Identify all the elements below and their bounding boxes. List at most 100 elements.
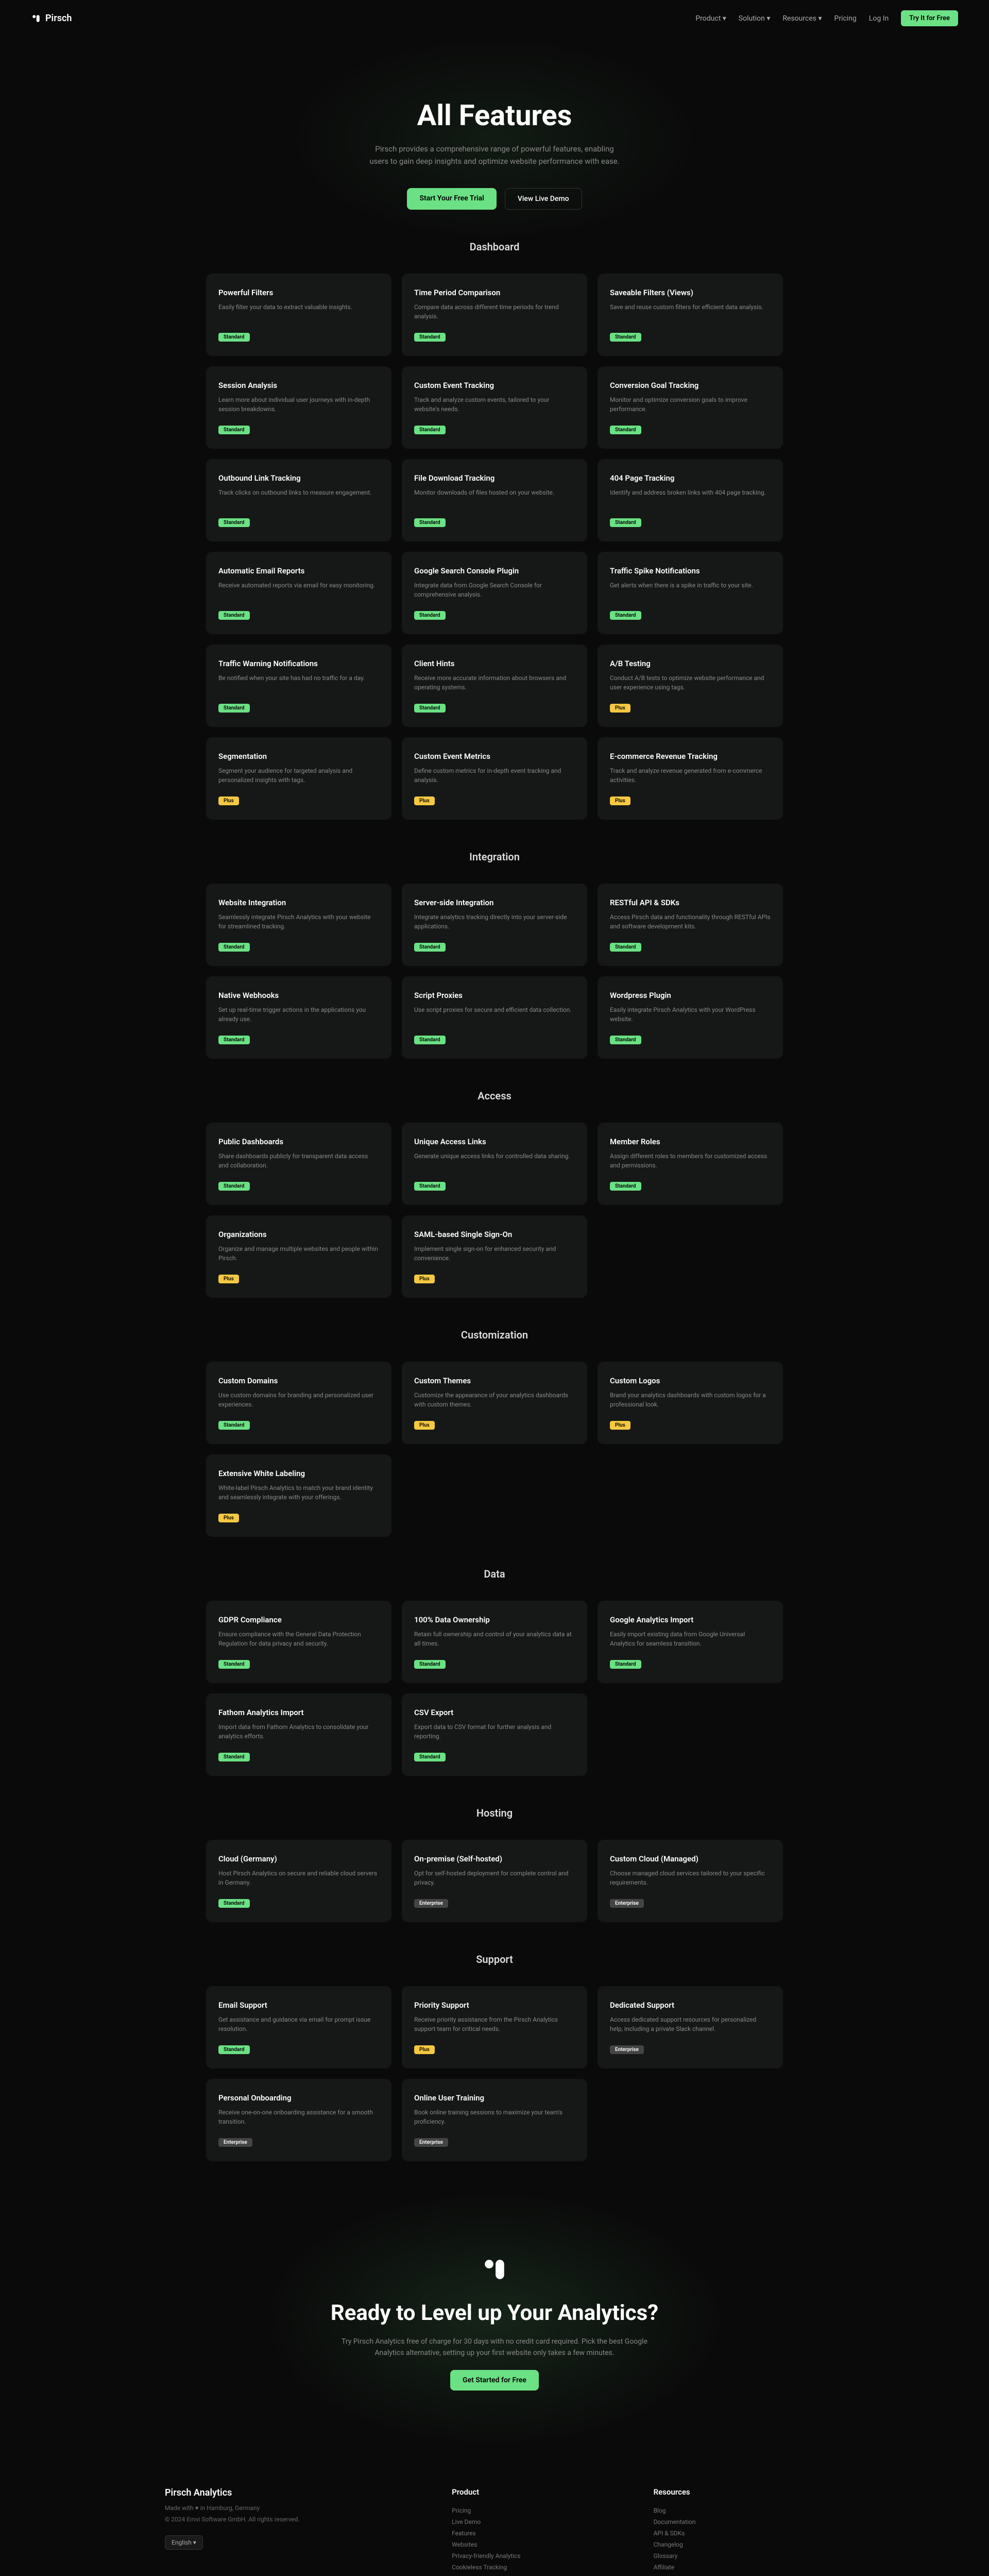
feature-card[interactable]: SegmentationSegment your audience for ta… — [206, 737, 391, 820]
feature-card[interactable]: SAML-based Single Sign-OnImplement singl… — [402, 1215, 587, 1298]
footer-link[interactable]: UTM Generator — [654, 2573, 824, 2576]
feature-card[interactable]: Unique Access LinksGenerate unique acces… — [402, 1123, 587, 1205]
feature-card[interactable]: Wordpress PluginEasily integrate Pirsch … — [598, 976, 783, 1059]
card-title: Unique Access Links — [414, 1137, 575, 1146]
logo[interactable]: Pirsch — [31, 13, 72, 24]
feature-card[interactable]: CSV ExportExport data to CSV format for … — [402, 1693, 587, 1776]
feature-card[interactable]: Custom DomainsUse custom domains for bra… — [206, 1362, 391, 1444]
feature-card[interactable]: Client HintsReceive more accurate inform… — [402, 645, 587, 727]
footer-link[interactable]: Google Analytics Alternative — [452, 2573, 622, 2576]
tier-badge: Standard — [218, 2045, 250, 2054]
tier-badge: Standard — [218, 943, 250, 952]
feature-card[interactable]: Cloud (Germany)Host Pirsch Analytics on … — [206, 1840, 391, 1922]
start-trial-button[interactable]: Start Your Free Trial — [407, 188, 496, 210]
feature-card[interactable]: GDPR Compliance Ensure compliance with th… — [206, 1601, 391, 1683]
feature-card[interactable]: Powerful FiltersEasily filter your data … — [206, 274, 391, 356]
card-desc: Ensure compliance with the General Data … — [218, 1630, 379, 1652]
feature-card[interactable]: Extensive White LabelingWhite-label Pirs… — [206, 1454, 391, 1537]
feature-card[interactable]: Conversion Goal TrackingMonitor and opti… — [598, 366, 783, 449]
card-desc: Save and reuse custom filters for effici… — [610, 302, 771, 325]
nav-login[interactable]: Log In — [869, 14, 889, 23]
footer-link[interactable]: Glossary — [654, 2550, 824, 2562]
feature-card[interactable]: Google Search Console PluginIntegrate da… — [402, 552, 587, 634]
header: Pirsch Product ▾ Solution ▾ Resources ▾ … — [0, 0, 989, 37]
footer-link[interactable]: Changelog — [654, 2539, 824, 2550]
footer-link[interactable]: API & SDKs — [654, 2528, 824, 2539]
footer-link[interactable]: Privacy-friendly Analytics — [452, 2550, 622, 2562]
feature-card[interactable]: Native WebhooksSet up real-time trigger … — [206, 976, 391, 1059]
footer-link[interactable]: Blog — [654, 2505, 824, 2516]
feature-card[interactable]: Member RolesAssign different roles to me… — [598, 1123, 783, 1205]
tier-badge: Enterprise — [610, 2045, 644, 2054]
live-demo-button[interactable]: View Live Demo — [505, 188, 582, 210]
feature-card[interactable]: RESTful API & SDKsAccess Pirsch data and… — [598, 884, 783, 966]
feature-card[interactable]: Outbound Link TrackingTrack clicks on ou… — [206, 459, 391, 541]
footer-link[interactable]: Affiliate — [654, 2562, 824, 2573]
nav-resources[interactable]: Resources ▾ — [782, 14, 822, 23]
nav-product[interactable]: Product ▾ — [695, 14, 726, 23]
feature-card[interactable]: Time Period ComparisonCompare data acros… — [402, 274, 587, 356]
footer-link[interactable]: Cookieless Tracking — [452, 2562, 622, 2573]
feature-card[interactable]: Email SupportGet assistance and guidance… — [206, 1986, 391, 2069]
footer-link[interactable]: Live Demo — [452, 2516, 622, 2528]
tier-badge: Standard — [610, 518, 641, 527]
footer-brand: Pirsch Analytics Made with ♥ in Hamburg,… — [165, 2487, 421, 2576]
feature-card[interactable]: File Download Tracking Monitor downloads … — [402, 459, 587, 541]
feature-card[interactable]: Website IntegrationSeamlessly integrate … — [206, 884, 391, 966]
feature-card[interactable]: OrganizationsOrganize and manage multipl… — [206, 1215, 391, 1298]
card-desc: Learn more about individual user journey… — [218, 395, 379, 417]
feature-card[interactable]: Priority SupportReceive priority assista… — [402, 1986, 587, 2069]
section-dashboard: DashboardPowerful FiltersEasily filter y… — [185, 241, 804, 851]
footer-resources-title: Resources — [654, 2487, 824, 2497]
feature-card[interactable]: Personal OnboardingReceive one-on-one on… — [206, 2079, 391, 2161]
language-select[interactable]: English ▾ — [165, 2535, 203, 2550]
feature-card[interactable]: 100% Data OwnershipRetain full ownership… — [402, 1601, 587, 1683]
feature-card[interactable]: E-commerce Revenue TrackingTrack and ana… — [598, 737, 783, 820]
feature-card[interactable]: Fathom Analytics ImportImport data from … — [206, 1693, 391, 1776]
tier-badge: Standard — [218, 1182, 250, 1191]
tier-badge: Plus — [610, 796, 630, 805]
card-desc: Monitor downloads of files hosted on you… — [414, 488, 575, 510]
feature-card[interactable]: Script ProxiesUse script proxies for sec… — [402, 976, 587, 1059]
feature-card[interactable]: Traffic Spike NotificationsGet alerts wh… — [598, 552, 783, 634]
card-title: File Download Tracking — [414, 473, 575, 483]
card-desc: Assign different roles to members for cu… — [610, 1151, 771, 1174]
feature-card[interactable]: Traffic Warning NotificationsBe notified… — [206, 645, 391, 727]
card-title: Dedicated Support — [610, 2001, 771, 2010]
card-title: Native Webhooks — [218, 991, 379, 1000]
feature-card[interactable]: A/B TestingConduct A/B tests to optimize… — [598, 645, 783, 727]
card-desc: Easily filter your data to extract valua… — [218, 302, 379, 325]
feature-card[interactable]: Public DashboardsShare dashboards public… — [206, 1123, 391, 1205]
card-title: GDPR Compliance — [218, 1615, 379, 1624]
feature-card[interactable]: Dedicated SupportAccess dedicated suppor… — [598, 1986, 783, 2069]
card-title: 404 Page Tracking — [610, 473, 771, 483]
feature-card[interactable]: Custom Event TrackingTrack and analyze c… — [402, 366, 587, 449]
footer-link[interactable]: Websites — [452, 2539, 622, 2550]
footer-link[interactable]: Pricing — [452, 2505, 622, 2516]
nav-solution[interactable]: Solution ▾ — [739, 14, 771, 23]
tier-badge: Standard — [218, 518, 250, 527]
get-started-button[interactable]: Get Started for Free — [450, 2370, 539, 2391]
feature-card[interactable]: 404 Page TrackingIdentify and address br… — [598, 459, 783, 541]
header-cta-button[interactable]: Try It for Free — [901, 10, 958, 26]
feature-card[interactable]: Session AnalysisLearn more about individ… — [206, 366, 391, 449]
tier-badge: Standard — [218, 1036, 250, 1044]
footer-product-title: Product — [452, 2487, 622, 2497]
feature-card[interactable]: Automatic Email ReportsReceive automated… — [206, 552, 391, 634]
feature-card[interactable]: Server-side IntegrationIntegrate analyti… — [402, 884, 587, 966]
feature-card[interactable]: Custom ThemesCustomize the appearance of… — [402, 1362, 587, 1444]
card-desc: Use script proxies for secure and effici… — [414, 1005, 575, 1027]
card-desc: Book online training sessions to maximiz… — [414, 2108, 575, 2130]
feature-card[interactable]: Custom LogosBrand your analytics dashboa… — [598, 1362, 783, 1444]
card-desc: Use custom domains for branding and pers… — [218, 1391, 379, 1413]
feature-card[interactable]: Custom Event MetricsDefine custom metric… — [402, 737, 587, 820]
nav-pricing[interactable]: Pricing — [834, 14, 856, 23]
feature-card[interactable]: Saveable Filters (Views)Save and reuse c… — [598, 274, 783, 356]
footer-link[interactable]: Documentation — [654, 2516, 824, 2528]
feature-card[interactable]: Google Analytics ImportEasily import exi… — [598, 1601, 783, 1683]
footer-link[interactable]: Features — [452, 2528, 622, 2539]
feature-card[interactable]: Custom Cloud (Managed)Choose managed clo… — [598, 1840, 783, 1922]
feature-card[interactable]: On-premise (Self-hosted)Opt for self-hos… — [402, 1840, 587, 1922]
card-title: Email Support — [218, 2001, 379, 2010]
feature-card[interactable]: Online User TrainingBook online training… — [402, 2079, 587, 2161]
